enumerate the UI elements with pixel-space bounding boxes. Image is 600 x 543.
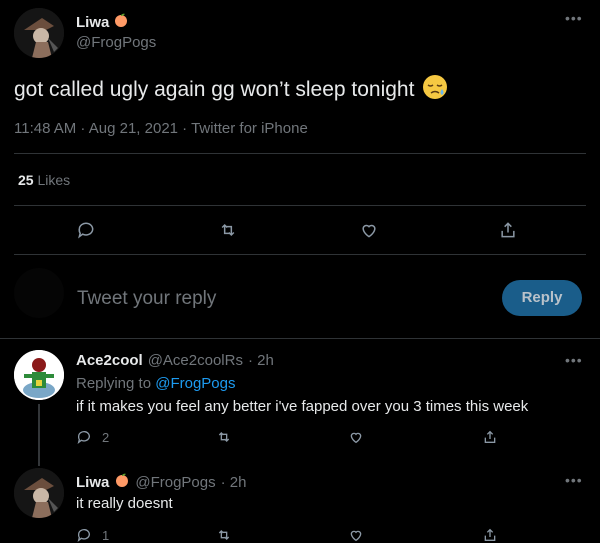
more-options-icon[interactable]: ••• (565, 352, 583, 368)
reply-time[interactable]: · 2h (248, 352, 274, 369)
reply-author-avatar[interactable] (14, 468, 64, 518)
reply-icon[interactable] (76, 220, 96, 240)
author-avatar[interactable] (14, 8, 64, 58)
tweet-meta: 11:48 AM · Aug 21, 2021 · Twitter for iP… (14, 120, 308, 137)
divider (14, 205, 586, 206)
retweet-icon[interactable] (215, 527, 233, 543)
replying-to-link[interactable]: @FrogPogs (155, 375, 235, 392)
author-name[interactable]: Liwa (76, 14, 109, 31)
tweet-text: got called ugly again gg won’t sleep ton… (14, 78, 415, 101)
reply-text: if it makes you feel any better i've fap… (76, 398, 529, 415)
likes-label: Likes (37, 172, 71, 188)
peach-icon (113, 12, 129, 33)
reply-count: 1 (102, 527, 110, 543)
current-user-avatar (14, 268, 64, 318)
reply-count: 2 (102, 429, 110, 445)
likes-count: 25 (18, 172, 34, 188)
like-icon[interactable] (358, 220, 380, 240)
like-icon[interactable] (347, 527, 365, 543)
peach-icon (114, 472, 130, 492)
reply-author-avatar[interactable] (14, 350, 64, 400)
replying-to-label: Replying to (76, 375, 152, 392)
reply-author-handle[interactable]: @Ace2coolRs (148, 352, 243, 369)
retweet-icon[interactable] (217, 220, 239, 240)
author-handle[interactable]: @FrogPogs (76, 34, 156, 51)
divider (0, 338, 600, 339)
like-icon[interactable] (347, 429, 365, 445)
more-options-icon[interactable]: ••• (565, 10, 583, 26)
likes-stat[interactable]: 25 Likes (18, 172, 70, 188)
reply-author-name[interactable]: Ace2cool (76, 352, 143, 369)
reply-icon[interactable]: 1 (76, 527, 109, 543)
reply-icon[interactable]: 2 (76, 429, 109, 445)
divider (14, 153, 586, 154)
share-icon[interactable] (482, 429, 498, 445)
reply-author-name[interactable]: Liwa (76, 474, 109, 491)
reply-input[interactable]: Tweet your reply (77, 288, 216, 310)
thread-line (38, 404, 40, 466)
divider (14, 254, 586, 255)
reply-button[interactable]: Reply (502, 280, 582, 316)
reply-text: it really doesnt (76, 495, 173, 512)
share-icon[interactable] (498, 220, 518, 240)
reply-time[interactable]: · 2h (221, 474, 247, 491)
share-icon[interactable] (482, 527, 498, 543)
retweet-icon[interactable] (215, 429, 233, 445)
reply-author-handle[interactable]: @FrogPogs (135, 474, 215, 491)
sleepy-face-icon (422, 74, 448, 106)
more-options-icon[interactable]: ••• (565, 472, 583, 488)
